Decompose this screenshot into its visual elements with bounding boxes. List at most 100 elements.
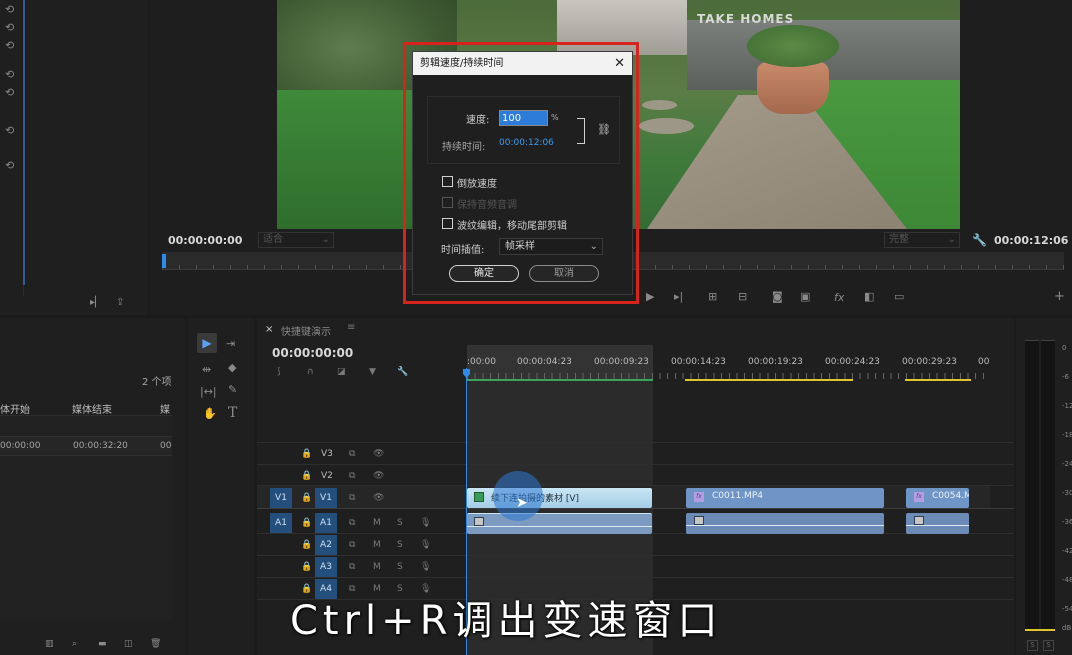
new-item-icon[interactable]: ◫	[124, 640, 133, 649]
audio-clip[interactable]	[906, 513, 969, 534]
solo-icon[interactable]: S	[397, 562, 403, 572]
track-select-icon[interactable]: ⇥	[226, 338, 235, 349]
monitor-playhead[interactable]	[162, 254, 166, 268]
mute-icon[interactable]: M	[373, 540, 381, 550]
hand-icon[interactable]: ✋	[203, 408, 217, 419]
ripple-edit-icon[interactable]: ⇹	[202, 364, 211, 375]
lock-icon[interactable]: 🔒	[301, 471, 312, 481]
meter-scale: -12	[1062, 402, 1072, 410]
reset-icon[interactable]: ⟲	[5, 22, 14, 33]
track-target-a2[interactable]: A2	[315, 535, 337, 555]
reset-icon[interactable]: ⟲	[5, 125, 14, 136]
video-clip[interactable]: fx C0054.MP	[906, 488, 969, 508]
project-panel: 2 个项 体开始 媒体结束 媒 00:00:00 00:00:32:20 00 …	[0, 318, 185, 655]
tab-menu-icon[interactable]: ≡	[347, 322, 355, 333]
audio-clip[interactable]	[686, 513, 884, 534]
pen-icon[interactable]: ✎	[228, 384, 237, 395]
reset-icon[interactable]: ⟲	[5, 4, 14, 15]
sync-icon[interactable]: ⧉	[349, 518, 355, 528]
timeline-settings-icon[interactable]: 🔧	[397, 367, 408, 377]
track-target-v1[interactable]: V1	[315, 488, 337, 508]
track-name[interactable]: V3	[321, 449, 333, 459]
trash-icon[interactable]: 🗑	[150, 640, 161, 649]
sync-icon[interactable]: ⧉	[349, 449, 355, 459]
add-button-icon[interactable]: +	[1054, 290, 1065, 303]
text-tool-icon[interactable]: T	[228, 406, 237, 420]
audio-fx-icon	[474, 517, 484, 526]
solo-left-button[interactable]: S	[1027, 640, 1038, 651]
close-tab-icon[interactable]: ×	[265, 324, 273, 335]
track-target-a3[interactable]: A3	[315, 557, 337, 577]
eye-icon[interactable]: 👁	[373, 449, 384, 459]
snap-icon[interactable]: ∩	[307, 367, 314, 377]
overlay-icon[interactable]: ◧	[864, 291, 874, 302]
eye-icon[interactable]: 👁	[373, 471, 384, 481]
mute-icon[interactable]: M	[373, 562, 381, 572]
list-item[interactable]: 00:00:00 00:00:32:20 00	[0, 436, 172, 456]
column-more[interactable]: 媒	[160, 401, 170, 416]
mute-icon[interactable]: M	[373, 518, 381, 528]
column-start[interactable]: 体开始	[0, 401, 30, 416]
solo-icon[interactable]: S	[397, 518, 403, 528]
quality-dropdown[interactable]: 完整 ⌄	[884, 232, 960, 248]
lock-icon[interactable]: 🔒	[301, 518, 312, 528]
stepping-stone	[642, 100, 677, 110]
microphone-icon[interactable]: 🎙	[420, 562, 431, 572]
source-patch-v1[interactable]: V1	[270, 488, 292, 508]
reset-icon[interactable]: ⟲	[5, 40, 14, 51]
reset-icon[interactable]: ⟲	[5, 160, 14, 171]
fx-icon[interactable]: fx	[834, 292, 844, 303]
filter-icon[interactable]: ▸▏	[90, 298, 103, 308]
new-bin-icon[interactable]: ▬	[98, 640, 107, 649]
lock-icon[interactable]: 🔒	[301, 562, 312, 572]
lock-icon[interactable]: 🔒	[301, 540, 312, 550]
marker-icon[interactable]: ▼	[369, 367, 376, 377]
meter-channel-left	[1025, 340, 1039, 630]
sequence-tab[interactable]: 快捷键演示	[281, 323, 331, 338]
compare-icon[interactable]: ▣	[800, 291, 810, 302]
insert-icon[interactable]: ⟆	[277, 367, 281, 377]
ruler-label: 00	[978, 357, 990, 367]
wrench-icon[interactable]: 🔧	[972, 234, 987, 246]
sync-icon[interactable]: ⧉	[349, 471, 355, 481]
timeline-ruler[interactable]: :00:00 00:00:04:23 00:00:09:23 00:00:14:…	[467, 345, 990, 381]
fit-dropdown[interactable]: 适合 ⌄	[258, 232, 334, 248]
safe-margins-icon[interactable]: ▭	[894, 291, 904, 302]
step-forward-icon[interactable]: ▸|	[674, 291, 683, 302]
microphone-icon[interactable]: 🎙	[420, 518, 431, 528]
razor-icon[interactable]: ◆	[228, 362, 236, 373]
eye-icon[interactable]: 👁	[373, 493, 384, 503]
lock-icon[interactable]: 🔒	[301, 449, 312, 459]
export-icon[interactable]: ⇪	[116, 298, 124, 308]
audio-clip-selected[interactable]	[467, 513, 652, 534]
sync-icon[interactable]: ⧉	[349, 562, 355, 572]
play-icon[interactable]: ▶	[646, 291, 654, 302]
track-name[interactable]: V2	[321, 471, 333, 481]
source-patch-a1[interactable]: A1	[270, 513, 292, 533]
item-start: 00:00:00	[0, 441, 41, 451]
solo-icon[interactable]: S	[397, 540, 403, 550]
column-end[interactable]: 媒体结束	[72, 401, 112, 416]
monitor-timecode-left[interactable]: 00:00:00:00	[168, 234, 242, 247]
meter-scale: -42	[1062, 547, 1072, 555]
lift-icon[interactable]: ⊞	[708, 291, 717, 302]
camera-icon[interactable]: ◙	[772, 291, 783, 302]
reset-icon[interactable]: ⟲	[5, 69, 14, 80]
highlight-box	[403, 42, 639, 304]
slip-icon[interactable]: |↔|	[200, 386, 217, 397]
video-clip[interactable]: fx C0011.MP4	[686, 488, 884, 508]
track-target-a1[interactable]: A1	[315, 513, 337, 533]
list-view-icon[interactable]: ▥	[45, 640, 54, 649]
reset-icon[interactable]: ⟲	[5, 87, 14, 98]
lock-icon[interactable]: 🔒	[301, 493, 312, 503]
solo-right-button[interactable]: S	[1043, 640, 1054, 651]
microphone-icon[interactable]: 🎙	[420, 540, 431, 550]
sync-icon[interactable]: ⧉	[349, 540, 355, 550]
extract-icon[interactable]: ⊟	[738, 291, 747, 302]
search-icon[interactable]: ⌕	[72, 640, 77, 649]
sequence-timecode[interactable]: 00:00:00:00	[272, 346, 353, 360]
sync-icon[interactable]: ⧉	[349, 493, 355, 503]
linked-selection-icon[interactable]: ◪	[337, 367, 346, 377]
ruler-label: 00:00:24:23	[825, 357, 880, 367]
selection-tool-button[interactable]: ▶	[197, 333, 217, 353]
